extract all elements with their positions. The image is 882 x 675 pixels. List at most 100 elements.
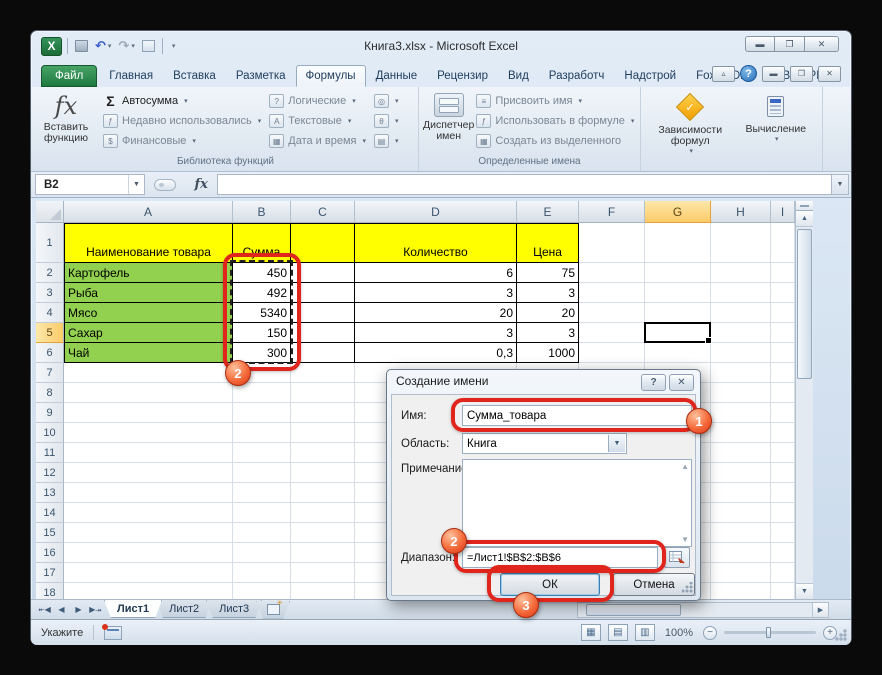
cell-I10[interactable] bbox=[771, 423, 795, 443]
horizontal-scrollbar[interactable]: ▶ bbox=[577, 602, 829, 618]
cell-A13[interactable] bbox=[64, 483, 233, 503]
cell-A7[interactable] bbox=[64, 363, 233, 383]
column-header-G[interactable]: G bbox=[645, 201, 711, 223]
cell-A14[interactable] bbox=[64, 503, 233, 523]
cell-B12[interactable] bbox=[233, 463, 291, 483]
minimize-button[interactable]: ▬ bbox=[745, 36, 775, 52]
cell-H17[interactable] bbox=[711, 563, 771, 583]
scope-dropdown[interactable]: Книга ▼ bbox=[462, 433, 627, 454]
ribbon-tab-developer[interactable]: Разработч bbox=[539, 65, 615, 87]
cell-H10[interactable] bbox=[711, 423, 771, 443]
cell-H6[interactable] bbox=[711, 343, 771, 363]
cell-H15[interactable] bbox=[711, 523, 771, 543]
undo-button[interactable]: ↶▾ bbox=[93, 37, 113, 55]
row-header-1[interactable]: 1 bbox=[36, 223, 64, 263]
zoom-out-button[interactable]: − bbox=[703, 626, 717, 640]
cell-I11[interactable] bbox=[771, 443, 795, 463]
zoom-level[interactable]: 100% bbox=[665, 627, 693, 639]
cell-D6[interactable]: 0,3 bbox=[355, 343, 517, 363]
cell-A11[interactable] bbox=[64, 443, 233, 463]
zoom-slider-thumb[interactable] bbox=[766, 627, 771, 638]
cell-G3[interactable] bbox=[645, 283, 711, 303]
cell-B17[interactable] bbox=[233, 563, 291, 583]
cell-G4[interactable] bbox=[645, 303, 711, 323]
scroll-up-button[interactable]: ▲ bbox=[796, 211, 813, 227]
cell-H2[interactable] bbox=[711, 263, 771, 283]
cell-A5[interactable]: Сахар bbox=[64, 323, 233, 343]
cell-A3[interactable]: Рыба bbox=[64, 283, 233, 303]
vertical-scroll-thumb[interactable] bbox=[797, 229, 812, 379]
ribbon-tab-data[interactable]: Данные bbox=[366, 65, 428, 87]
autosum-button[interactable]: ΣАвтосумма▾ bbox=[103, 93, 261, 109]
create-from-selection-button[interactable]: ▦Создать из выделенного bbox=[476, 133, 634, 149]
row-header-15[interactable]: 15 bbox=[36, 523, 64, 543]
sheet-tab-3[interactable]: Лист3 bbox=[206, 600, 262, 618]
row-header-12[interactable]: 12 bbox=[36, 463, 64, 483]
cell-E4[interactable]: 20 bbox=[517, 303, 579, 323]
cell-B8[interactable] bbox=[233, 383, 291, 403]
ok-button[interactable]: ОК bbox=[500, 573, 600, 596]
cell-B11[interactable] bbox=[233, 443, 291, 463]
cell-B2[interactable]: 450 bbox=[233, 263, 291, 283]
cell-B14[interactable] bbox=[233, 503, 291, 523]
ribbon-tab-view[interactable]: Вид bbox=[498, 65, 539, 87]
lookup-reference-button[interactable]: ◎▾ bbox=[374, 93, 399, 109]
cell-E1[interactable]: Цена bbox=[517, 223, 579, 263]
cell-H14[interactable] bbox=[711, 503, 771, 523]
use-in-formula-button[interactable]: ƒИспользовать в формуле▾ bbox=[476, 113, 634, 129]
row-header-17[interactable]: 17 bbox=[36, 563, 64, 583]
cell-B13[interactable] bbox=[233, 483, 291, 503]
cell-D2[interactable]: 6 bbox=[355, 263, 517, 283]
column-header-D[interactable]: D bbox=[355, 201, 517, 223]
cell-I8[interactable] bbox=[771, 383, 795, 403]
cell-H11[interactable] bbox=[711, 443, 771, 463]
cell-A10[interactable] bbox=[64, 423, 233, 443]
cell-A2[interactable]: Картофель bbox=[64, 263, 233, 283]
cell-H16[interactable] bbox=[711, 543, 771, 563]
cell-C14[interactable] bbox=[291, 503, 355, 523]
calculation-button[interactable]: Вычисление ▾ bbox=[737, 91, 815, 153]
text-functions-button[interactable]: AТекстовые▾ bbox=[269, 113, 366, 129]
cell-B4[interactable]: 5340 bbox=[233, 303, 291, 323]
row-header-16[interactable]: 16 bbox=[36, 543, 64, 563]
scroll-down-button[interactable]: ▼ bbox=[796, 583, 813, 599]
cell-A17[interactable] bbox=[64, 563, 233, 583]
cell-A9[interactable] bbox=[64, 403, 233, 423]
cell-H13[interactable] bbox=[711, 483, 771, 503]
cell-A16[interactable] bbox=[64, 543, 233, 563]
cell-F1[interactable] bbox=[579, 223, 645, 263]
last-sheet-button[interactable]: ▶⯮ bbox=[87, 602, 104, 617]
cell-A18[interactable] bbox=[64, 583, 233, 599]
row-header-5[interactable]: 5 bbox=[36, 323, 64, 343]
column-header-A[interactable]: A bbox=[64, 201, 233, 223]
cell-A4[interactable]: Мясо bbox=[64, 303, 233, 323]
chevron-down-icon[interactable]: ▼ bbox=[608, 435, 625, 452]
collapse-dialog-range-picker-button[interactable] bbox=[664, 547, 690, 568]
cell-C11[interactable] bbox=[291, 443, 355, 463]
ribbon-tab-page-layout[interactable]: Разметка bbox=[226, 65, 296, 87]
row-header-6[interactable]: 6 bbox=[36, 343, 64, 363]
cell-I3[interactable] bbox=[771, 283, 795, 303]
cell-H1[interactable] bbox=[711, 223, 771, 263]
cell-C16[interactable] bbox=[291, 543, 355, 563]
cell-I12[interactable] bbox=[771, 463, 795, 483]
cell-D3[interactable]: 3 bbox=[355, 283, 517, 303]
workbook-restore-button[interactable]: ❐ bbox=[790, 66, 813, 82]
close-button[interactable]: ✕ bbox=[805, 36, 839, 52]
column-header-B[interactable]: B bbox=[233, 201, 291, 223]
cell-B9[interactable] bbox=[233, 403, 291, 423]
excel-logo-icon[interactable]: X bbox=[41, 37, 62, 56]
sheet-tab-2[interactable]: Лист2 bbox=[156, 600, 212, 618]
cell-C5[interactable] bbox=[291, 323, 355, 343]
cell-I18[interactable] bbox=[771, 583, 795, 599]
cell-I4[interactable] bbox=[771, 303, 795, 323]
previous-sheet-button[interactable]: ◀ bbox=[53, 602, 70, 617]
cell-H3[interactable] bbox=[711, 283, 771, 303]
cell-F2[interactable] bbox=[579, 263, 645, 283]
cell-I16[interactable] bbox=[771, 543, 795, 563]
cell-F5[interactable] bbox=[579, 323, 645, 343]
name-box-dropdown[interactable]: ▼ bbox=[128, 175, 144, 194]
row-header-13[interactable]: 13 bbox=[36, 483, 64, 503]
cell-C6[interactable] bbox=[291, 343, 355, 363]
sheet-tab-1[interactable]: Лист1 bbox=[104, 600, 162, 618]
